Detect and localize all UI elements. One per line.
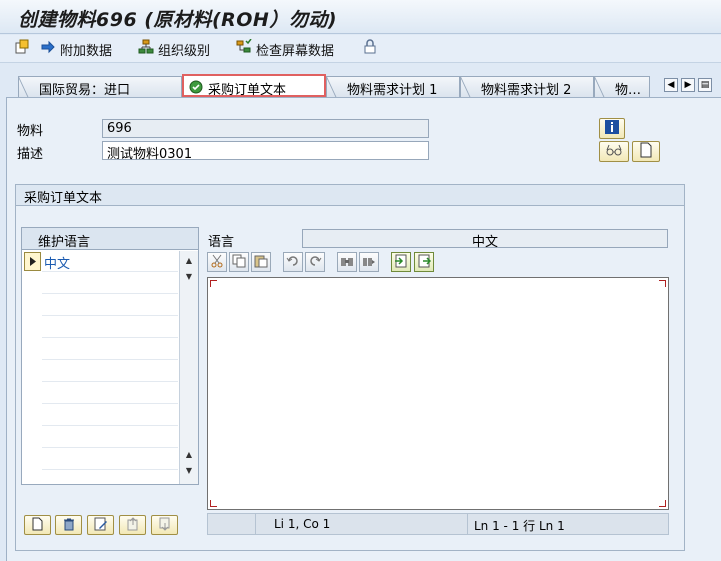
import-icon <box>394 254 408 271</box>
scroll-bottom-icon[interactable]: ▼ <box>182 464 196 478</box>
org-hierarchy-icon <box>138 39 154 59</box>
editor-status-bar: Li 1, Co 1 Ln 1 - 1 行 Ln 1 <box>207 513 669 535</box>
language-row[interactable] <box>42 449 178 470</box>
new-doc-icon <box>14 39 30 59</box>
lock-button[interactable] <box>362 39 382 59</box>
page-up-icon <box>126 516 140 534</box>
export-icon <box>417 254 432 271</box>
tab-scroll-left-button[interactable]: ◀ <box>664 78 678 92</box>
new-document-button[interactable] <box>14 39 34 59</box>
scissors-icon <box>210 254 224 271</box>
copy-button[interactable] <box>229 252 249 272</box>
paste-button[interactable] <box>251 252 271 272</box>
tab-label: 物料需求计划 2 <box>481 83 572 97</box>
page-down-icon <box>158 517 172 534</box>
new-entry-button[interactable] <box>24 515 51 535</box>
move-down-button[interactable] <box>151 515 178 535</box>
language-row[interactable] <box>42 427 178 448</box>
binoculars-icon <box>340 254 354 271</box>
chevron-left-icon: ◀ <box>667 80 675 90</box>
language-field: 中文 <box>302 229 668 250</box>
description-label: 描述 <box>17 147 44 162</box>
description-field[interactable]: 测试物料0301 <box>102 141 429 162</box>
tab-foreign-trade-import[interactable]: 国际贸易：进口 <box>18 76 182 97</box>
check-screen-data-button[interactable]: 检查屏幕数据 <box>236 38 335 59</box>
tab-label: 采购订单文本 <box>208 83 287 97</box>
scroll-down-icon[interactable]: ▼ <box>182 270 196 284</box>
tab-strip: 国际贸易：进口 采购订单文本 物料需求计划 1 物料需求计划 2 物… ◀ ▶ … <box>0 74 721 98</box>
tab-check-icon <box>189 80 203 95</box>
tab-purchase-order-text[interactable]: 采购订单文本 <box>182 74 326 97</box>
language-row[interactable] <box>42 295 178 316</box>
paste-icon <box>254 254 268 271</box>
scroll-top-icon[interactable]: ▲ <box>182 254 196 268</box>
tab-mrp-1[interactable]: 物料需求计划 1 <box>326 76 460 97</box>
language-row[interactable] <box>42 361 178 382</box>
language-row[interactable] <box>42 383 178 404</box>
cursor-position: Li 1, Co 1 <box>268 514 468 534</box>
edit-button[interactable] <box>87 515 114 535</box>
info-button[interactable] <box>599 118 625 139</box>
language-row[interactable] <box>42 405 178 426</box>
org-levels-button[interactable]: 组织级别 <box>138 39 210 59</box>
page-icon <box>639 142 653 161</box>
redo-icon <box>308 254 322 271</box>
tab-scroll-right-button[interactable]: ▶ <box>681 78 695 92</box>
export-button[interactable] <box>414 252 434 272</box>
language-row[interactable] <box>42 339 178 360</box>
lock-icon <box>362 39 378 59</box>
tab-label: 物料需求计划 1 <box>347 83 438 97</box>
copy-icon <box>232 254 246 271</box>
glasses-icon <box>605 143 623 160</box>
language-row[interactable] <box>42 273 178 294</box>
import-button[interactable] <box>391 252 411 272</box>
find-next-button[interactable] <box>359 252 379 272</box>
check-screen-data-label: 检查屏幕数据 <box>256 43 335 59</box>
line-count: Ln 1 - 1 行 Ln 1 <box>474 519 565 533</box>
info-icon <box>604 119 620 138</box>
additional-data-button[interactable]: 附加数据 <box>40 39 112 59</box>
delete-button[interactable] <box>55 515 82 535</box>
group-title: 采购订单文本 <box>16 185 684 206</box>
arrow-right-icon <box>40 39 56 59</box>
cut-button[interactable] <box>207 252 227 272</box>
trash-icon <box>62 517 76 534</box>
binoculars-next-icon <box>362 254 376 271</box>
pencil-icon <box>94 517 108 534</box>
tab-label: 国际贸易：进口 <box>39 83 131 97</box>
tab-list-button[interactable]: ▤ <box>698 78 712 92</box>
text-editor[interactable] <box>207 277 669 510</box>
undo-icon <box>286 254 300 271</box>
language-table-header: 维护语言 <box>22 228 198 250</box>
move-up-button[interactable] <box>119 515 146 535</box>
application-toolbar: 附加数据 组织级别 检查屏幕数据 <box>0 35 721 63</box>
check-hierarchy-icon <box>236 38 252 59</box>
redo-button[interactable] <box>305 252 325 272</box>
org-levels-label: 组织级别 <box>158 43 211 59</box>
new-page-button[interactable] <box>632 141 660 162</box>
scroll-up-icon[interactable]: ▲ <box>182 448 196 462</box>
tab-label: 物… <box>615 83 642 97</box>
window-title: 创建物料696 (原材料(ROH）勿动) <box>18 9 338 31</box>
language-table-scrollbar[interactable]: ▲ ▼ ▲ ▼ <box>179 251 198 484</box>
language-row[interactable]: 中文 <box>42 251 178 272</box>
language-row[interactable] <box>42 317 178 338</box>
undo-button[interactable] <box>283 252 303 272</box>
row-pointer-icon <box>30 257 36 266</box>
display-button[interactable] <box>599 141 629 162</box>
tab-mrp-2[interactable]: 物料需求计划 2 <box>460 76 594 97</box>
page-icon <box>32 517 44 534</box>
title-bar: 创建物料696 (原材料(ROH）勿动) <box>0 0 721 34</box>
tab-list-icon: ▤ <box>700 80 710 90</box>
language-table: 维护语言 中文 ▲ ▼ ▲ ▼ <box>21 227 199 485</box>
additional-data-label: 附加数据 <box>60 43 113 59</box>
material-field[interactable]: 696 <box>102 119 429 138</box>
tab-more[interactable]: 物… <box>594 76 650 97</box>
material-label: 物料 <box>17 124 44 139</box>
find-button[interactable] <box>337 252 357 272</box>
language-label: 语言 <box>208 235 235 250</box>
chevron-right-icon: ▶ <box>684 80 692 90</box>
row-selector[interactable] <box>24 252 41 271</box>
